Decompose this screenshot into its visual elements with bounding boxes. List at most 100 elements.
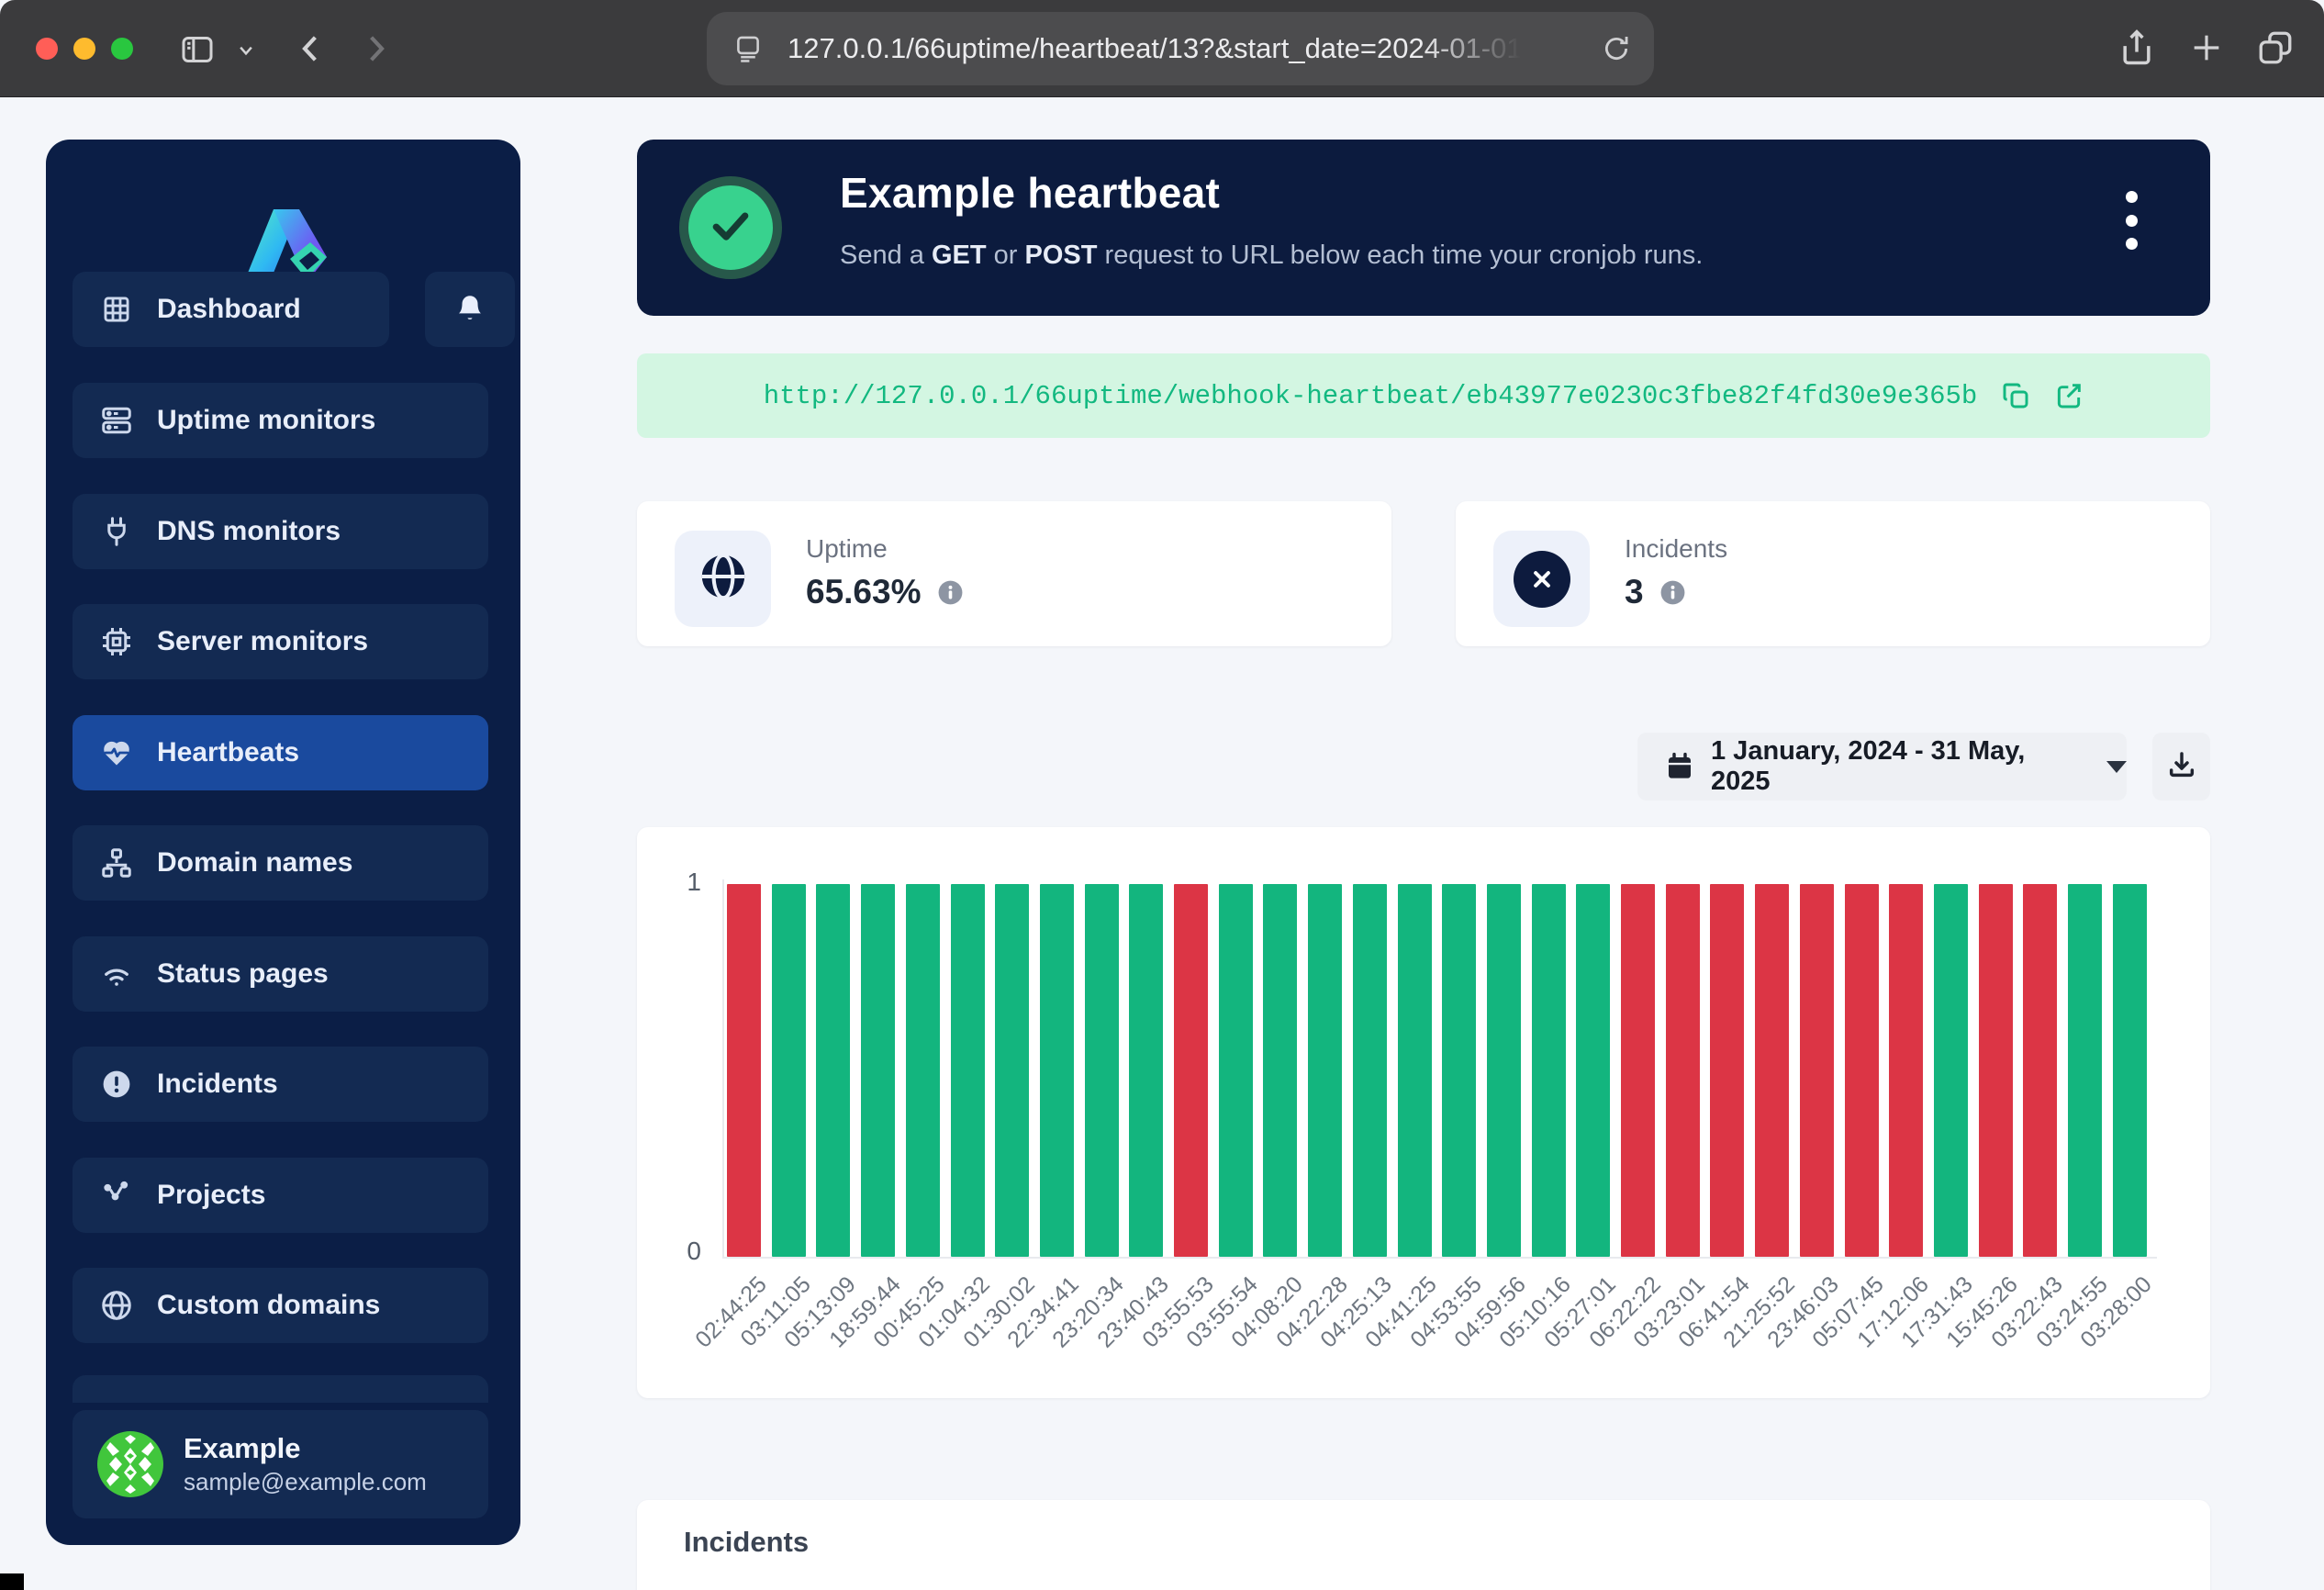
server-stack-icon	[100, 404, 133, 437]
chart-bar-down[interactable]	[1755, 884, 1789, 1257]
chart-bar-up[interactable]	[1487, 884, 1521, 1257]
chart-bar-down[interactable]	[1621, 884, 1655, 1257]
heartbeat-header-card	[637, 140, 2210, 316]
app-window: 127.0.0.1/66uptime/heartbeat/13?&start_d…	[0, 0, 2324, 1590]
sidebar-item-domain-names[interactable]: Domain names	[73, 825, 488, 901]
grid-icon	[100, 293, 133, 326]
zoom-window-button[interactable]	[111, 38, 133, 60]
cpu-icon	[100, 625, 133, 658]
sidebar-item-label: Status pages	[157, 958, 329, 990]
x-circle-icon	[1514, 551, 1570, 608]
chart-bar-up[interactable]	[861, 884, 895, 1257]
sidebar-item-status-pages[interactable]: Status pages	[73, 936, 488, 1012]
chart-bar-up[interactable]	[816, 884, 850, 1257]
sidebar-item-custom-domains[interactable]: Custom domains	[73, 1268, 488, 1343]
sidebar-toggle-icon[interactable]	[179, 31, 216, 68]
sidebar-item-heartbeats[interactable]: Heartbeats	[73, 715, 488, 790]
incidents-label: Incidents	[1625, 534, 1727, 564]
chart-bar-down[interactable]	[727, 884, 761, 1257]
chart-bar-down[interactable]	[2023, 884, 2057, 1257]
sidebar: Dashboard Uptime monitors DNS monitors Ser…	[46, 140, 520, 1545]
date-range-label: 1 January, 2024 - 31 May, 2025	[1711, 736, 2086, 797]
uptime-stat-tile	[675, 531, 771, 627]
x-axis-line	[722, 1257, 2157, 1259]
chart-bar-up[interactable]	[1263, 884, 1297, 1257]
minimize-window-button[interactable]	[73, 38, 95, 60]
sidebar-item-label: DNS monitors	[157, 516, 341, 547]
sidebar-item-label: Heartbeats	[157, 737, 299, 768]
check-icon	[704, 199, 757, 257]
dashboard-row: Dashboard	[73, 272, 488, 347]
page-subtitle: Send a GET or POST request to URL below …	[840, 241, 1703, 271]
heartbeat-chart-card: 1 0 02:44:2503:11:0505:13:0918:59:4400:4…	[637, 827, 2210, 1398]
kebab-menu-icon[interactable]	[2118, 187, 2144, 253]
sidebar-item-label: Incidents	[157, 1069, 278, 1100]
uptime-value: 65.63%	[806, 573, 922, 611]
webhook-url-bar: http://127.0.0.1/66uptime/webhook-heartb…	[637, 353, 2210, 438]
wifi-icon	[100, 957, 133, 991]
sidebar-item-server-monitors[interactable]: Server monitors	[73, 604, 488, 679]
incidents-stat-card: Incidents 3	[1456, 501, 2210, 646]
notifications-button[interactable]	[425, 272, 515, 347]
close-window-button[interactable]	[36, 38, 58, 60]
sidebar-item-partial[interactable]	[73, 1375, 488, 1403]
chart-bar-up[interactable]	[1219, 884, 1253, 1257]
chart-bar-up[interactable]	[772, 884, 806, 1257]
chart-bar-up[interactable]	[1129, 884, 1163, 1257]
page-title: Example heartbeat	[840, 168, 1220, 218]
reload-icon[interactable]	[1601, 33, 1632, 69]
sidebar-item-dashboard[interactable]: Dashboard	[73, 272, 389, 347]
calendar-icon	[1665, 752, 1694, 781]
tab-overview-icon[interactable]	[2256, 28, 2295, 67]
external-link-icon[interactable]	[2054, 381, 2084, 410]
chart-bar-up[interactable]	[1934, 884, 1968, 1257]
chart-bar-up[interactable]	[951, 884, 985, 1257]
info-icon[interactable]	[1659, 578, 1687, 607]
globe-icon	[100, 1289, 133, 1322]
back-icon[interactable]	[292, 29, 330, 68]
chart-bar-up[interactable]	[1308, 884, 1342, 1257]
date-range-picker[interactable]: 1 January, 2024 - 31 May, 2025	[1637, 733, 2127, 801]
download-button[interactable]	[2152, 733, 2210, 801]
forward-icon	[356, 29, 395, 68]
chart-bar-down[interactable]	[1845, 884, 1879, 1257]
info-icon[interactable]	[936, 578, 965, 607]
sidebar-item-label: Dashboard	[157, 294, 301, 325]
address-bar[interactable]: 127.0.0.1/66uptime/heartbeat/13?&start_d…	[707, 12, 1654, 85]
sidebar-item-dns-monitors[interactable]: DNS monitors	[73, 494, 488, 569]
chart-bar-down[interactable]	[1174, 884, 1208, 1257]
sidebar-item-incidents[interactable]: Incidents	[73, 1047, 488, 1122]
chart-bar-up[interactable]	[2068, 884, 2102, 1257]
chart-bar-up[interactable]	[1085, 884, 1119, 1257]
chart-bar-down[interactable]	[1710, 884, 1744, 1257]
heart-pulse-icon	[100, 736, 133, 769]
chart-bar-up[interactable]	[995, 884, 1029, 1257]
user-avatar	[97, 1431, 163, 1497]
chevron-down-icon[interactable]	[237, 41, 255, 60]
chart-bar-down[interactable]	[1800, 884, 1834, 1257]
user-name: Example	[184, 1431, 427, 1467]
sidebar-item-label: Uptime monitors	[157, 405, 375, 436]
sidebar-item-uptime-monitors[interactable]: Uptime monitors	[73, 383, 488, 458]
chart-bar-down[interactable]	[1666, 884, 1700, 1257]
chart-bar-up[interactable]	[1353, 884, 1387, 1257]
chart-bar-up[interactable]	[1576, 884, 1610, 1257]
uptime-label: Uptime	[806, 534, 888, 564]
user-card[interactable]: Example sample@example.com	[73, 1410, 488, 1518]
chart-bar-up[interactable]	[2113, 884, 2147, 1257]
sidebar-item-label: Projects	[157, 1180, 265, 1211]
chart-bar-up[interactable]	[1398, 884, 1432, 1257]
chart-bar-up[interactable]	[1532, 884, 1566, 1257]
sidebar-item-projects[interactable]: Projects	[73, 1158, 488, 1233]
sidebar-item-label: Server monitors	[157, 626, 368, 657]
chart-bar-up[interactable]	[906, 884, 940, 1257]
incidents-value: 3	[1625, 573, 1644, 611]
chart-bar-up[interactable]	[1040, 884, 1074, 1257]
copy-icon[interactable]	[2001, 381, 2030, 410]
caret-down-icon	[2106, 761, 2127, 773]
chart-bar-down[interactable]	[1979, 884, 2013, 1257]
chart-bar-up[interactable]	[1442, 884, 1476, 1257]
new-tab-icon[interactable]	[2188, 29, 2225, 66]
chart-bar-down[interactable]	[1889, 884, 1923, 1257]
share-icon[interactable]	[2117, 28, 2157, 68]
